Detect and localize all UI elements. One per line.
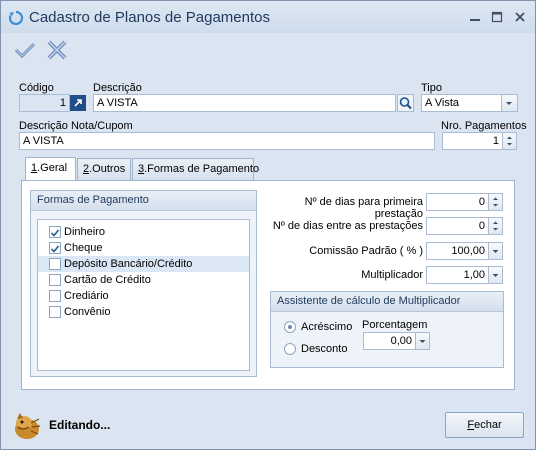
main-window: Cadastro de Planos de Pagamentos Código … xyxy=(0,0,536,450)
search-icon[interactable] xyxy=(397,94,414,112)
fechar-label: echar xyxy=(474,419,502,431)
spin-arrows-icon xyxy=(493,221,498,231)
formas-list: Dinheiro Cheque Depósito Bancário/Crédit… xyxy=(37,219,250,371)
codigo-label: Código xyxy=(19,82,54,94)
window-title: Cadastro de Planos de Pagamentos xyxy=(29,9,270,26)
chevron-down-icon xyxy=(419,340,426,343)
codigo-field[interactable]: 1 xyxy=(19,94,70,112)
list-item-label: Dinheiro xyxy=(64,226,105,238)
checkbox-convenio[interactable] xyxy=(49,306,61,318)
formas-header: Formas de Pagamento xyxy=(31,191,256,211)
porcentagem-label: Porcentagem xyxy=(362,319,428,331)
tab-outros[interactable]: 2.Outros xyxy=(77,158,131,180)
dias-entre-label: Nº de dias entre as prestações xyxy=(272,220,423,232)
descricao-nota-label: Descrição Nota/Cupom xyxy=(19,120,133,132)
fechar-button[interactable]: Fechar xyxy=(445,412,524,438)
comissao-label: Comissão Padrão ( % ) xyxy=(309,245,423,257)
tab-formas-label: .Formas de Pagamento xyxy=(144,163,260,175)
checkbox-deposito[interactable] xyxy=(49,258,61,270)
list-item-deposito[interactable]: Depósito Bancário/Crédito xyxy=(38,256,249,272)
checkbox-dinheiro[interactable] xyxy=(49,226,61,238)
cancel-button[interactable] xyxy=(45,39,69,61)
list-item-label: Cheque xyxy=(64,242,103,254)
mascot-icon xyxy=(15,413,41,439)
descricao-nota-field[interactable]: A VISTA xyxy=(19,132,435,150)
chevron-down-icon xyxy=(492,274,499,277)
list-item-convenio[interactable]: Convênio xyxy=(38,304,249,320)
minimize-icon[interactable] xyxy=(467,9,483,25)
acrescimo-radio[interactable] xyxy=(284,321,296,333)
assistente-header: Assistente de cálculo de Multiplicador xyxy=(271,292,503,312)
checkbox-cartao[interactable] xyxy=(49,274,61,286)
checkbox-cheque[interactable] xyxy=(49,242,61,254)
title-bar: Cadastro de Planos de Pagamentos xyxy=(1,1,535,33)
chevron-down-icon xyxy=(506,102,512,105)
porcentagem-dropdown-button[interactable] xyxy=(416,332,430,350)
multiplicador-dropdown-button[interactable] xyxy=(489,266,503,284)
porcentagem-field[interactable]: 0,00 xyxy=(363,332,416,350)
spin-arrows-icon xyxy=(493,197,498,207)
tab-formas-pagamento[interactable]: 3.Formas de Pagamento xyxy=(132,158,259,180)
descricao-field[interactable]: A VISTA xyxy=(93,94,396,112)
close-icon[interactable] xyxy=(512,9,528,25)
tab-geral[interactable]: 1.Geral xyxy=(25,157,76,181)
list-item-dinheiro[interactable]: Dinheiro xyxy=(38,224,249,240)
tipo-dropdown-button[interactable] xyxy=(502,94,518,112)
acrescimo-label: Acréscimo xyxy=(301,321,353,333)
nro-pagamentos-spinner[interactable] xyxy=(503,132,517,150)
comissao-field[interactable]: 100,00 xyxy=(426,242,489,260)
comissao-dropdown-button[interactable] xyxy=(489,242,503,260)
checkmark-icon xyxy=(50,229,60,237)
tab-outros-label: .Outros xyxy=(89,163,126,175)
dias-entre-field[interactable]: 0 xyxy=(426,217,489,235)
multiplicador-field[interactable]: 1,00 xyxy=(426,266,489,284)
dias-primeira-label: Nº de dias para primeira prestação xyxy=(304,196,423,220)
app-icon xyxy=(8,10,24,26)
tab-geral-label: .Geral xyxy=(37,162,68,174)
list-item-cartao[interactable]: Cartão de Crédito xyxy=(38,272,249,288)
codigo-lookup-icon[interactable] xyxy=(70,95,86,111)
desconto-radio[interactable] xyxy=(284,343,296,355)
tab-page-geral: Formas de Pagamento Dinheiro Cheque Depó… xyxy=(21,180,515,390)
list-item-cheque[interactable]: Cheque xyxy=(38,240,249,256)
tipo-label: Tipo xyxy=(421,82,442,94)
formas-panel: Formas de Pagamento Dinheiro Cheque Depó… xyxy=(30,190,257,377)
list-item-label: Depósito Bancário/Crédito xyxy=(64,258,193,270)
list-item-label: Convênio xyxy=(64,306,111,318)
status-text: Editando... xyxy=(49,418,111,432)
dias-primeira-field[interactable]: 0 xyxy=(426,193,489,211)
maximize-icon[interactable] xyxy=(489,9,505,25)
confirm-button[interactable] xyxy=(13,39,37,61)
desconto-label: Desconto xyxy=(301,343,348,355)
checkbox-crediario[interactable] xyxy=(49,290,61,302)
chevron-down-icon xyxy=(492,250,499,253)
checkmark-icon xyxy=(50,245,60,253)
list-item-crediario[interactable]: Crediário xyxy=(38,288,249,304)
dias-primeira-spinner[interactable] xyxy=(489,193,503,211)
descricao-label: Descrição xyxy=(93,82,142,94)
tipo-select[interactable]: A Vista xyxy=(421,94,502,112)
spin-arrows-icon xyxy=(507,136,512,146)
nro-pagamentos-label: Nro. Pagamentos xyxy=(441,120,527,132)
nro-pagamentos-field[interactable]: 1 xyxy=(442,132,503,150)
assistente-panel: Assistente de cálculo de Multiplicador A… xyxy=(270,291,504,368)
list-item-label: Cartão de Crédito xyxy=(64,274,151,286)
multiplicador-label: Multiplicador xyxy=(361,269,423,281)
list-item-label: Crediário xyxy=(64,290,109,302)
dias-entre-spinner[interactable] xyxy=(489,217,503,235)
